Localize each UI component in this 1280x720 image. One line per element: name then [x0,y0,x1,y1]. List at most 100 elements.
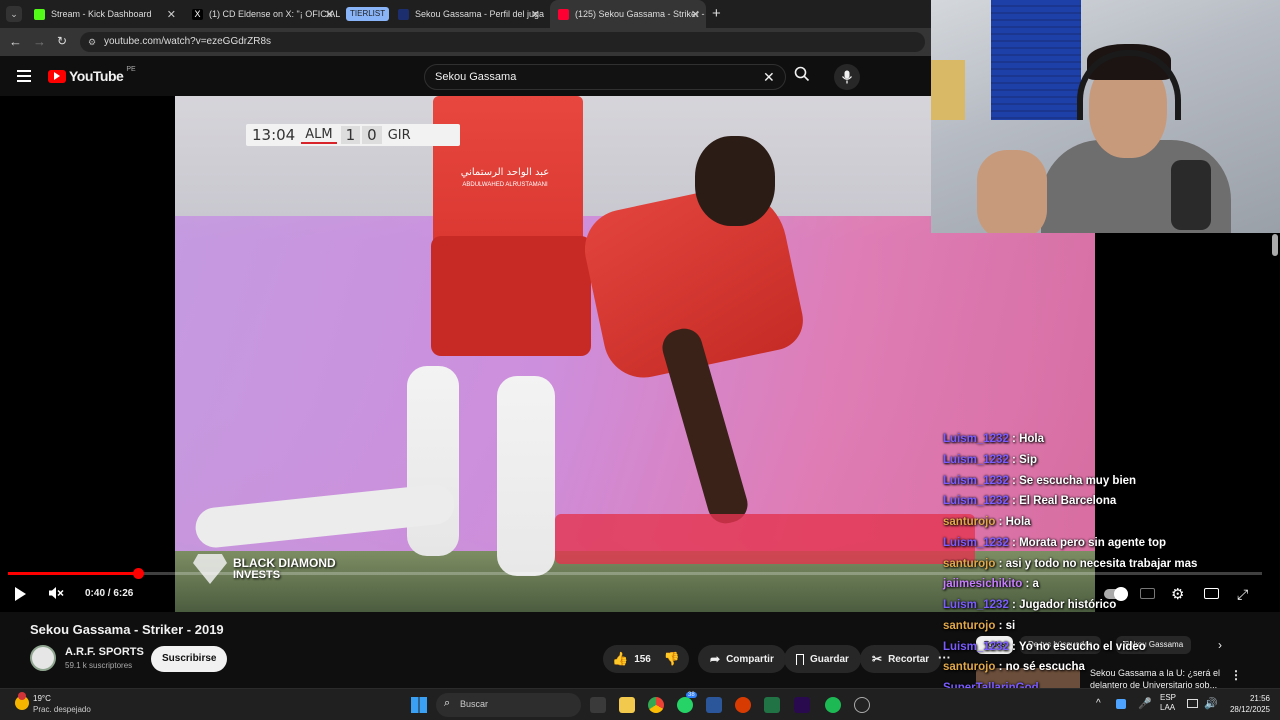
forward-icon[interactable]: → [33,34,46,49]
progress-scrubber[interactable] [132,568,144,579]
excel-icon[interactable] [764,697,780,713]
reload-icon[interactable]: ↻ [57,34,67,48]
diamond-logo-icon [193,554,227,584]
youtube-logo[interactable]: YouTube PE [48,66,136,84]
whatsapp-icon[interactable] [677,697,693,713]
weather-temp[interactable]: 19°C [33,694,51,703]
display-icon[interactable] [1187,699,1198,708]
clip-button[interactable]: ✂ Recortar [860,645,942,673]
sponsor-arabic: عبد الواحد الرستماني [460,167,550,178]
search-input[interactable]: Sekou Gassama ✕ [424,64,786,90]
windows-start-icon[interactable] [411,697,427,713]
scissors-icon: ✂ [872,652,883,666]
subscribe-button[interactable]: Suscribirse [151,646,228,672]
like-count: 156 [634,653,651,665]
close-tab-icon[interactable]: ✕ [325,8,334,21]
tab-list-icon[interactable]: ⌄ [6,6,22,22]
channel-avatar[interactable] [30,645,56,671]
chat-username: Luism_1232 [943,474,1009,487]
related-more-icon[interactable]: ⋮ [1230,668,1242,682]
play-icon[interactable] [15,587,26,601]
video-progress-bar[interactable] [8,568,1262,579]
streamer-webcam [931,0,1280,233]
tab-transfermarkt[interactable]: Sekou Gassama - Perfil del juga ✕ [390,0,546,28]
chat-separator: : [1008,536,1020,549]
tab-group-tierlist[interactable]: TIERLIST [346,7,390,21]
volume-icon[interactable]: 🔊 [1204,697,1218,710]
chat-username: santurojo [943,619,996,632]
language-indicator[interactable]: ESP LAA [1160,693,1176,713]
settings-icon[interactable]: ⚙ [1171,585,1184,603]
site-info-icon[interactable]: ⚙ [88,32,96,52]
page-scrollbar[interactable] [1272,234,1278,256]
mute-icon[interactable] [48,585,64,606]
pdf-icon[interactable] [735,697,751,713]
dislike-button[interactable]: 👎 [664,651,680,667]
share-button[interactable]: ➦ Compartir [698,645,786,673]
back-icon[interactable]: ← [9,34,22,49]
premiere-icon[interactable] [794,697,810,713]
like-dislike-group: 👍 156 👎 [603,645,689,673]
chat-message: Luism_1232 : El Real Barcelona [943,495,1116,507]
window-blinds [991,0,1081,120]
spotify-icon[interactable] [825,697,841,713]
like-button[interactable]: 👍 156 [603,651,651,667]
obs-icon[interactable] [854,697,870,713]
tray-chevron-icon[interactable]: ^ [1096,698,1101,709]
url-field[interactable]: ⚙ youtube.com/watch?v=ezeGGdrZR8s [80,32,925,52]
close-tab-icon[interactable]: ✕ [167,8,176,21]
save-button[interactable]: Guardar [784,645,861,673]
chat-message: Luism_1232 : Jugador histórico [943,599,1116,611]
task-view-icon[interactable] [590,697,606,713]
youtube-favicon-icon [558,8,569,20]
transfermarkt-favicon-icon [398,8,409,20]
tab-kick-dashboard[interactable]: Stream - Kick Dashboard ✕ [26,0,182,28]
voice-search-button[interactable] [834,64,860,90]
new-tab-icon[interactable]: + [712,5,721,22]
chat-text: a [1032,578,1039,591]
tab-x-post[interactable]: X (1) CD Eldense on X: "¡ OFICIAL ✕ [184,0,340,28]
subtitles-icon[interactable] [1140,588,1155,599]
tray-app-icon[interactable] [1116,699,1126,709]
chat-message: Luism_1232 : Hola [943,433,1044,445]
subscriber-count: 59.1 k suscriptores [65,661,133,670]
close-tab-icon[interactable]: ✕ [531,8,540,21]
chat-message: Luism_1232 : Morata pero sin agente top [943,537,1166,549]
chat-message: jaiimesichikito : a [943,578,1039,590]
clear-search-icon[interactable]: ✕ [763,65,775,89]
clip-label: Recortar [888,653,930,665]
theater-mode-icon[interactable] [1204,588,1219,599]
windows-taskbar: 19°C Prac. despejado ⌕ Buscar 38 ^ 🎤 ESP… [0,688,1280,720]
channel-name[interactable]: A.R.F. SPORTS [65,646,144,658]
chat-separator: : [1008,474,1020,487]
clock-time: 21:56 [1249,694,1270,703]
tab-youtube-active[interactable]: (125) Sekou Gassama - Striker - ✕ [550,0,706,28]
menu-icon[interactable] [17,70,31,82]
chat-separator: : [995,619,1006,632]
chat-message: santurojo : Hola [943,516,1031,528]
word-icon[interactable] [706,697,722,713]
channel-watermark: BLACK DIAMOND INVESTS [193,554,336,584]
chat-separator: : [1008,453,1020,466]
autoplay-toggle[interactable] [1104,587,1128,601]
file-explorer-icon[interactable] [619,697,635,713]
whatsapp-badge: 38 [686,692,697,698]
chat-username: Luism_1232 [943,453,1009,466]
chat-text: Jugador histórico [1019,599,1117,611]
home-team: ALM [301,127,337,144]
fullscreen-icon[interactable]: ⤢ [1237,586,1248,603]
chat-username: santurojo [943,557,996,570]
tray-mic-icon[interactable]: 🎤 [1138,697,1152,710]
weather-desc[interactable]: Prac. despejado [33,705,91,714]
chat-message: santurojo : si [943,620,1015,632]
tab-title: (1) CD Eldense on X: "¡ OFICIAL [209,9,340,19]
streamer-hand [977,150,1047,233]
taskbar-search-input[interactable]: ⌕ Buscar [436,693,581,717]
thumbs-up-icon: 👍 [612,651,629,666]
bookmark-icon [796,653,804,665]
chrome-icon[interactable] [648,697,664,713]
chips-next-icon[interactable]: › [1218,638,1222,652]
close-tab-icon[interactable]: ✕ [691,8,700,21]
search-icon[interactable] [794,66,810,87]
clock[interactable]: 21:56 28/12/2025 [1222,693,1270,715]
